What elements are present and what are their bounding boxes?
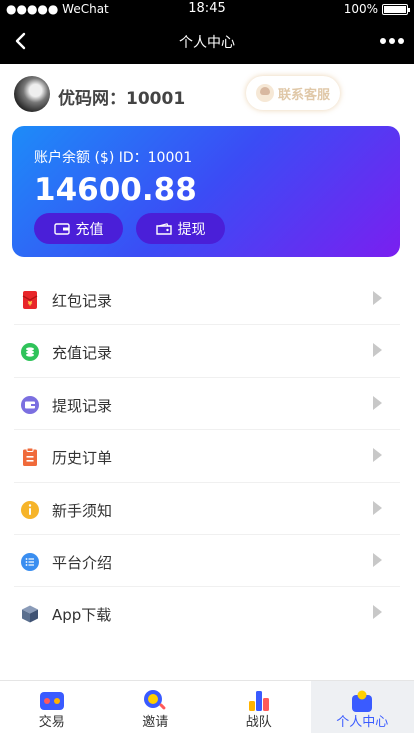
menu-item-withdraw-records[interactable]: 提现记录	[14, 378, 400, 431]
page-title: 个人中心	[179, 35, 235, 51]
chevron-right-icon	[373, 500, 382, 515]
dot-icon	[398, 38, 404, 44]
menu-item-label: 提现记录	[52, 396, 113, 415]
chevron-right-icon	[373, 552, 382, 567]
tab-invite[interactable]: 邀请	[104, 681, 208, 733]
purse-icon	[155, 222, 172, 235]
battery-icon	[382, 3, 410, 15]
account-menu: ¥ 红包记录 充值记录 提现记录 历史订单 新手须知 平台介绍 App下载	[0, 273, 414, 640]
red-envelope-icon: ¥	[22, 291, 38, 309]
chevron-right-icon	[373, 343, 382, 358]
battery-status: 100%	[343, 2, 410, 16]
tab-trade[interactable]: 交易	[0, 681, 104, 733]
menu-item-label: App下载	[52, 606, 112, 625]
profile-icon	[352, 690, 373, 712]
menu-item-red-envelope-records[interactable]: ¥ 红包记录	[14, 273, 400, 326]
dot-icon	[389, 38, 395, 44]
coins-icon	[21, 343, 39, 362]
avatar[interactable]	[14, 76, 50, 112]
tab-label: 邀请	[142, 715, 169, 730]
tab-profile[interactable]: 个人中心	[310, 681, 414, 733]
more-menu-button[interactable]	[380, 32, 404, 50]
menu-item-label: 充值记录	[52, 344, 113, 363]
balance-amount: 14600.88	[34, 172, 197, 208]
tab-team[interactable]: 战队	[207, 681, 311, 733]
chevron-right-icon	[373, 291, 382, 305]
menu-item-label: 红包记录	[52, 292, 113, 310]
info-icon	[21, 500, 39, 519]
menu-item-label: 平台介绍	[52, 553, 113, 572]
clipboard-icon	[23, 447, 37, 467]
chevron-right-icon	[373, 395, 382, 410]
main-content: 优码网：10001 联系客服 账户余额 ($) ID：10001 14600.8…	[0, 64, 414, 680]
recharge-label: 充值	[75, 221, 104, 238]
menu-item-recharge-records[interactable]: 充值记录	[14, 325, 400, 378]
menu-item-label: 新手须知	[52, 501, 113, 520]
invite-icon	[144, 690, 166, 710]
tab-label: 战队	[245, 715, 272, 730]
username: 优码网：10001	[58, 89, 186, 109]
balance-card: 账户余额 ($) ID：10001 14600.88 充值 提现	[12, 126, 400, 257]
navigation-bar: 个人中心	[0, 18, 414, 64]
support-agent-icon	[255, 84, 274, 102]
menu-item-app-download[interactable]: App下载	[14, 587, 400, 639]
menu-item-platform-intro[interactable]: 平台介绍	[14, 535, 400, 588]
bottom-tab-bar: 交易 邀请 战队 个人中心	[0, 680, 414, 733]
chevron-right-icon	[373, 448, 382, 463]
menu-item-label: 历史订单	[52, 449, 113, 468]
balance-label: 账户余额 ($) ID：10001	[34, 150, 193, 166]
withdraw-button[interactable]: 提现	[136, 213, 225, 244]
profile-header: 优码网：10001 联系客服	[14, 74, 400, 114]
contact-service-button[interactable]: 联系客服	[245, 76, 340, 110]
battery-percent: 100%	[343, 2, 378, 16]
menu-item-order-history[interactable]: 历史订单	[14, 430, 400, 483]
cube-icon	[22, 605, 38, 623]
list-icon	[21, 552, 39, 571]
svg-text:¥: ¥	[28, 300, 33, 308]
tab-label: 个人中心	[336, 715, 389, 730]
team-icon	[248, 691, 269, 711]
menu-item-beginner-guide[interactable]: 新手须知	[14, 483, 400, 535]
wallet-icon	[53, 222, 70, 235]
chevron-right-icon	[373, 605, 382, 620]
wallet-icon	[21, 395, 39, 414]
dot-icon	[380, 38, 386, 44]
contact-service-label: 联系客服	[277, 87, 330, 103]
recharge-button[interactable]: 充值	[34, 213, 123, 244]
status-bar: ●●●●● WeChat 18:45 100%	[0, 0, 414, 18]
trade-icon	[39, 692, 64, 710]
withdraw-label: 提现	[177, 221, 206, 238]
tab-label: 交易	[38, 715, 65, 730]
